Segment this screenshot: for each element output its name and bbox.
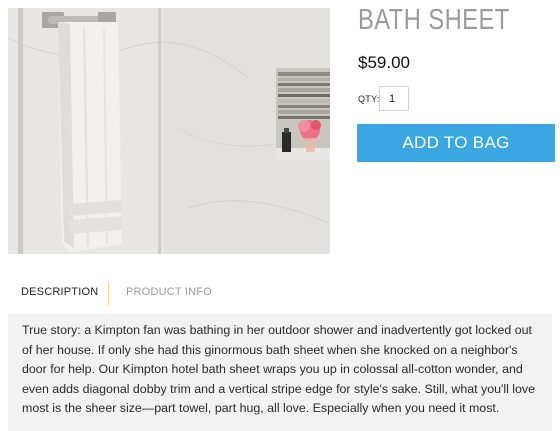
tab-divider <box>108 281 109 305</box>
description-panel: True story: a Kimpton fan was bathing in… <box>8 314 552 431</box>
qty-label: QTY: <box>358 94 380 104</box>
add-to-bag-button[interactable]: ADD TO BAG <box>357 124 555 162</box>
quantity-input[interactable] <box>379 86 409 111</box>
product-image <box>8 8 330 254</box>
tab-description[interactable]: DESCRIPTION <box>21 279 98 306</box>
product-tabs: DESCRIPTION PRODUCT INFO <box>8 279 552 306</box>
tab-product-info[interactable]: PRODUCT INFO <box>126 279 212 306</box>
product-price: $59.00 <box>358 53 410 72</box>
product-title: BATH SHEET <box>358 4 510 36</box>
description-text: True story: a Kimpton fan was bathing in… <box>22 323 536 415</box>
